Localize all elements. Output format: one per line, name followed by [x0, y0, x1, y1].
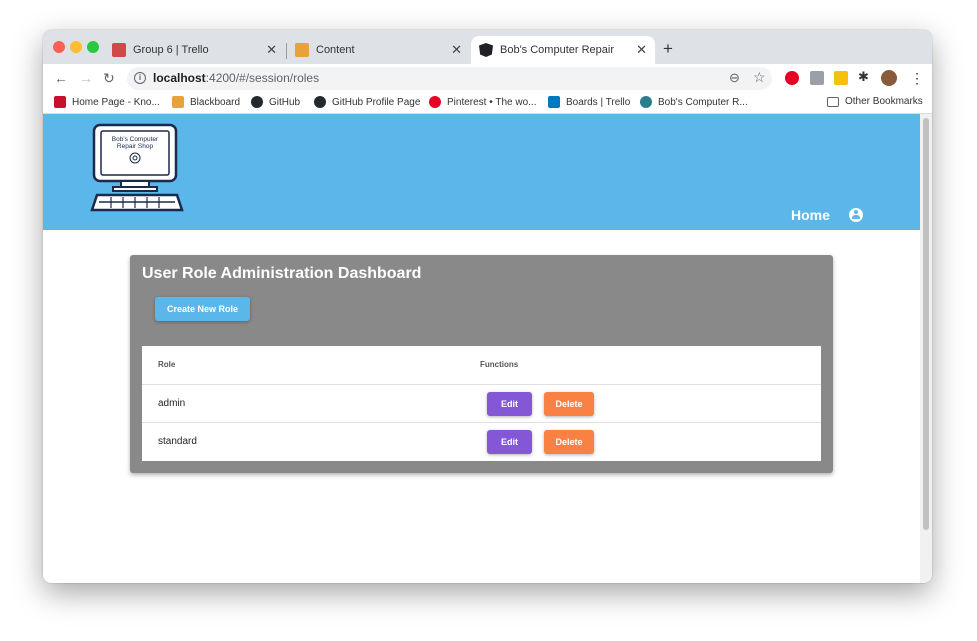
scrollbar-thumb[interactable]: [923, 118, 929, 530]
bookmark-star-icon[interactable]: ☆: [753, 69, 766, 86]
delete-role-button[interactable]: Delete: [544, 392, 594, 416]
delete-role-button[interactable]: Delete: [544, 430, 594, 454]
tab-trello[interactable]: Group 6 | Trello ✕: [106, 36, 285, 64]
bookmark-item[interactable]: Home Page - Kno...: [54, 96, 160, 108]
roles-table: Role Functions admin Edit Delete standar…: [142, 346, 821, 461]
bookmark-label: GitHub: [269, 96, 301, 108]
page-viewport: Bob's Computer Repair Shop Home User Rol…: [43, 114, 920, 583]
pinterest-icon: [429, 96, 441, 108]
bookmark-item[interactable]: Boards | Trello: [548, 96, 630, 108]
extension-icon[interactable]: [834, 71, 848, 85]
close-tab-icon[interactable]: ✕: [451, 42, 462, 58]
info-icon[interactable]: i: [134, 72, 146, 84]
maximize-window-button[interactable]: [87, 41, 99, 53]
minimize-window-button[interactable]: [70, 41, 82, 53]
nav-home-link[interactable]: Home: [791, 207, 830, 223]
pinterest-extension-icon[interactable]: [785, 71, 799, 85]
logo-text-line2: Repair Shop: [117, 143, 154, 150]
column-header-role: Role: [158, 360, 176, 369]
column-header-functions: Functions: [480, 360, 519, 369]
trello-favicon-icon: [112, 43, 126, 57]
new-tab-button[interactable]: +: [663, 39, 673, 59]
close-tab-icon[interactable]: ✕: [266, 42, 277, 58]
close-window-button[interactable]: [53, 41, 65, 53]
bookmark-item[interactable]: Bob's Computer R...: [640, 96, 748, 108]
page-title: User Role Administration Dashboard: [142, 265, 422, 282]
browser-menu-icon[interactable]: ⋮: [910, 70, 924, 87]
bookmark-item[interactable]: GitHub Profile Page: [314, 96, 420, 108]
folder-icon: [827, 96, 839, 107]
bookmark-label: GitHub Profile Page: [332, 96, 421, 108]
tab-strip: Group 6 | Trello ✕ Content ✕ Bob's Compu…: [43, 30, 932, 64]
globe-icon: [314, 96, 326, 108]
edit-role-button[interactable]: Edit: [487, 392, 532, 416]
angular-favicon-icon: [479, 43, 493, 57]
close-tab-icon[interactable]: ✕: [636, 42, 647, 58]
browser-window: Group 6 | Trello ✕ Content ✕ Bob's Compu…: [43, 30, 932, 583]
bookmark-icon: [172, 96, 184, 108]
zoom-icon[interactable]: ⊖: [729, 70, 740, 86]
url-host: localhost: [153, 71, 206, 85]
table-row: admin Edit Delete: [142, 384, 821, 422]
account-circle-icon[interactable]: [849, 208, 863, 222]
role-name: admin: [158, 398, 186, 409]
create-new-role-button[interactable]: Create New Role: [155, 297, 250, 321]
bookmark-item[interactable]: Blackboard: [172, 96, 240, 108]
github-icon: [251, 96, 263, 108]
bookmark-item[interactable]: GitHub: [251, 96, 300, 108]
tab-title: Content: [316, 44, 355, 56]
table-row: standard Edit Delete: [142, 422, 821, 460]
bookmark-icon: [54, 96, 66, 108]
tab-title: Bob's Computer Repair: [500, 44, 614, 56]
computer-logo: Bob's Computer Repair Shop: [90, 123, 184, 212]
content-favicon-icon: [295, 43, 309, 57]
bookmark-label: Pinterest • The wo...: [447, 96, 537, 108]
bookmark-label: Other Bookmarks: [845, 96, 923, 107]
bookmark-label: Boards | Trello: [566, 96, 631, 108]
address-bar[interactable]: i localhost:4200/#/session/roles ⊖ ☆: [127, 67, 772, 90]
bookmark-label: Home Page - Kno...: [72, 96, 160, 108]
bookmark-icon: [640, 96, 652, 108]
url-text[interactable]: localhost:4200/#/session/roles: [153, 71, 319, 85]
tab-bobs-computer-repair[interactable]: Bob's Computer Repair ✕: [471, 36, 655, 64]
bookmark-label: Blackboard: [190, 96, 241, 108]
bookmarks-bar: Home Page - Kno... Blackboard GitHub Git…: [43, 94, 932, 114]
browser-toolbar: ← → ↻ i localhost:4200/#/session/roles ⊖…: [43, 64, 932, 94]
role-name: standard: [158, 436, 197, 447]
site-header: Bob's Computer Repair Shop Home: [43, 114, 920, 230]
bookmark-label: Bob's Computer R...: [658, 96, 748, 108]
back-arrow-icon[interactable]: ←: [54, 70, 68, 86]
puzzle-extensions-icon[interactable]: ✱: [858, 69, 869, 85]
page-scrollbar[interactable]: [920, 114, 932, 583]
tab-content[interactable]: Content ✕: [287, 36, 470, 64]
profile-avatar[interactable]: [881, 70, 897, 86]
reload-icon[interactable]: ↻: [103, 70, 115, 87]
eyedropper-extension-icon[interactable]: [810, 71, 824, 85]
trello-icon: [548, 96, 560, 108]
bookmark-item[interactable]: Pinterest • The wo...: [429, 96, 536, 108]
tab-title: Group 6 | Trello: [133, 44, 209, 56]
logo-text-line1: Bob's Computer: [112, 136, 159, 143]
url-path: :4200/#/session/roles: [205, 71, 320, 85]
forward-arrow-icon[interactable]: →: [79, 70, 93, 86]
role-dashboard-card: User Role Administration Dashboard Creat…: [130, 255, 833, 473]
other-bookmarks[interactable]: Other Bookmarks: [827, 96, 923, 107]
edit-role-button[interactable]: Edit: [487, 430, 532, 454]
